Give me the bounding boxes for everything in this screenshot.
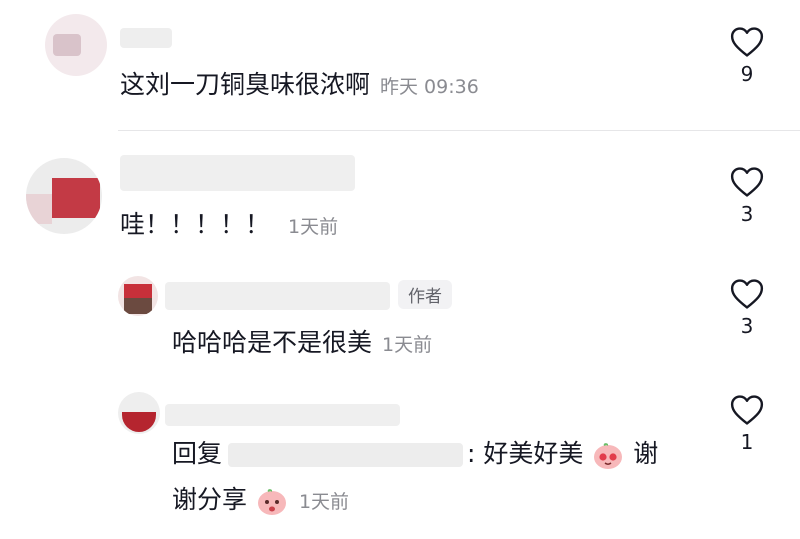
avatar[interactable]: [118, 276, 158, 316]
like-button[interactable]: 3: [722, 278, 772, 338]
comment-body-line2: 谢分享: [172, 485, 248, 514]
like-count: 3: [740, 314, 754, 338]
like-button[interactable]: 9: [722, 26, 772, 86]
username-blurred[interactable]: [165, 404, 400, 426]
peach-face-emoji: [257, 489, 286, 515]
avatar[interactable]: [118, 392, 160, 434]
comment-body-cont: 谢: [625, 439, 659, 468]
username-blurred[interactable]: [120, 28, 172, 48]
comment-time: 1天前: [298, 491, 350, 513]
like-count: 3: [740, 202, 754, 226]
comment-time: 昨天 09:36: [380, 76, 479, 98]
comment-text: 哈哈哈是不是很美 1天前: [172, 328, 432, 360]
comment-body: 这刘一刀铜臭味很浓啊: [120, 70, 371, 99]
comment-time: 1天前: [382, 334, 433, 356]
comment-time: 1天前: [288, 216, 339, 238]
comment-text: 哇！！！！！ 1天前: [120, 210, 338, 242]
comment-text: 回复 : 好美好美 谢: [172, 438, 658, 472]
like-count: 1: [740, 430, 754, 454]
comment-text-line2: 谢分享 1天前: [172, 484, 349, 518]
avatar[interactable]: [45, 14, 107, 76]
like-button[interactable]: 1: [722, 394, 772, 454]
username-blurred[interactable]: [165, 282, 390, 310]
comment-body: : 好美好美: [467, 439, 584, 468]
heart-outline-icon: [730, 167, 764, 197]
username-blurred[interactable]: [120, 155, 355, 191]
comment-body: 哈哈哈是不是很美: [172, 328, 373, 357]
reply-target-blurred[interactable]: [228, 443, 464, 467]
divider: [118, 130, 800, 131]
heart-outline-icon: [730, 279, 764, 309]
like-button[interactable]: 3: [722, 166, 772, 226]
heart-outline-icon: [730, 27, 764, 57]
peach-face-emoji: [594, 443, 623, 469]
reply-prefix: 回复: [172, 439, 223, 468]
avatar[interactable]: [26, 158, 102, 234]
like-count: 9: [740, 62, 754, 86]
heart-outline-icon: [730, 395, 764, 425]
comment-text: 这刘一刀铜臭味很浓啊 昨天 09:36: [120, 70, 479, 102]
author-badge: 作者: [398, 280, 452, 309]
comment-body: 哇！！！！！: [120, 210, 271, 239]
